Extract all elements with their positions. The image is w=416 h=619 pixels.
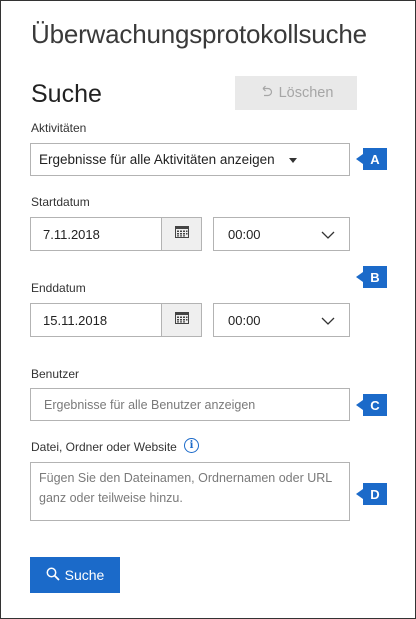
users-input[interactable]: [30, 388, 350, 421]
caret-down-icon: [288, 158, 297, 163]
end-date-input[interactable]: [30, 303, 162, 337]
chevron-down-icon: [321, 227, 335, 242]
activities-selected-value: Ergebnisse für alle Aktivitäten anzeigen: [39, 152, 275, 167]
page-title: Überwachungsprotokollsuche: [31, 19, 367, 49]
start-time-dropdown[interactable]: 00:00: [213, 217, 350, 251]
end-date-calendar-button[interactable]: [162, 303, 202, 337]
search-button[interactable]: Suche: [30, 557, 120, 593]
undo-icon: [259, 84, 273, 102]
clear-button[interactable]: Löschen: [235, 76, 357, 110]
users-label: Benutzer: [31, 367, 80, 381]
calendar-icon: [174, 311, 189, 329]
start-time-value: 00:00: [228, 226, 261, 242]
activities-dropdown[interactable]: Ergebnisse für alle Aktivitäten anzeigen: [30, 143, 350, 176]
end-time-value: 00:00: [228, 312, 261, 328]
audit-log-search-panel: Überwachungsprotokollsuche Suche Löschen…: [0, 0, 416, 619]
callout-d: D: [356, 483, 387, 505]
start-date-input[interactable]: [30, 217, 162, 251]
search-section-title: Suche: [31, 80, 102, 108]
clear-button-label: Löschen: [278, 85, 334, 101]
chevron-down-icon: [321, 313, 335, 328]
file-folder-site-label: Datei, Ordner oder Website: [31, 440, 177, 454]
callout-a: A: [356, 148, 387, 170]
start-date-label: Startdatum: [31, 195, 90, 209]
info-icon[interactable]: i: [184, 438, 199, 453]
file-folder-site-input[interactable]: [30, 462, 350, 521]
activities-label: Aktivitäten: [31, 121, 87, 135]
start-date-calendar-button[interactable]: [162, 217, 202, 251]
search-icon: [46, 567, 60, 584]
calendar-icon: [174, 225, 189, 243]
search-button-label: Suche: [64, 567, 105, 583]
callout-b: B: [356, 266, 387, 288]
end-time-dropdown[interactable]: 00:00: [213, 303, 350, 337]
end-date-label: Enddatum: [31, 281, 86, 295]
callout-c: C: [356, 394, 387, 416]
